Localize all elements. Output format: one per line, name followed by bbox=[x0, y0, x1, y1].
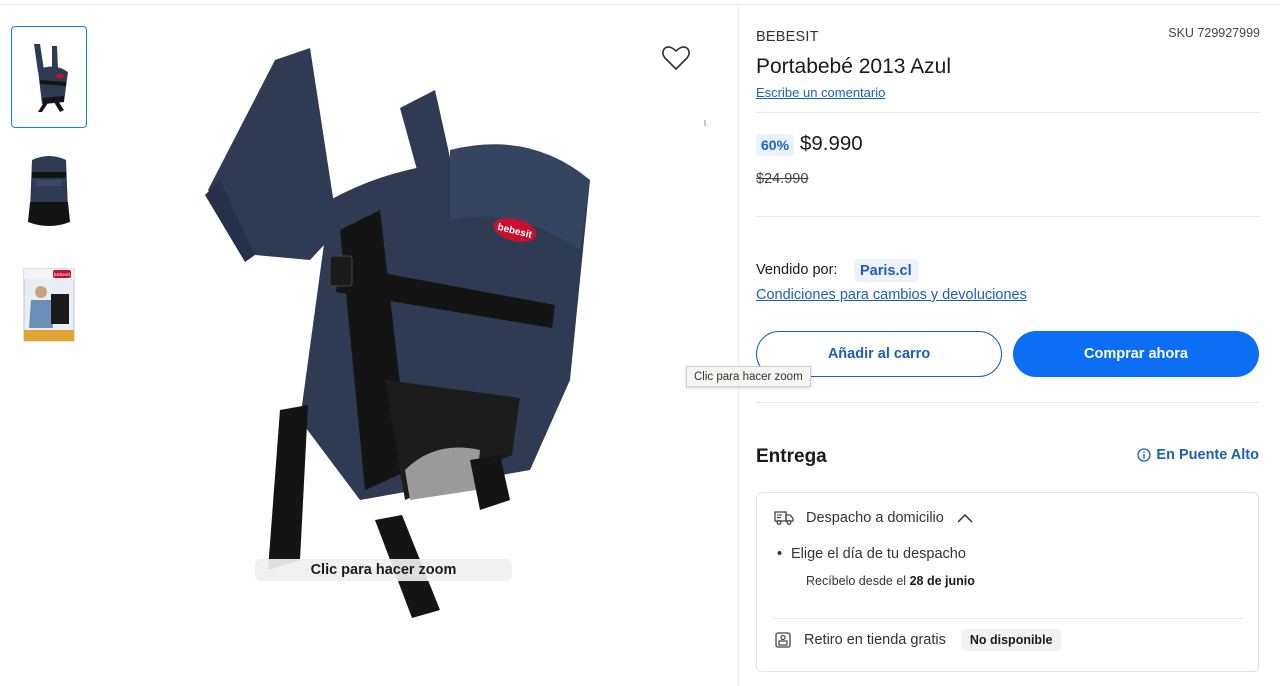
sku-label: SKU 729927999 bbox=[1168, 26, 1260, 40]
store-pickup-row: Retiro en tienda gratis No disponible bbox=[774, 629, 1061, 651]
receive-prefix: Recíbelo desde el bbox=[806, 574, 907, 588]
home-delivery-label: Despacho a domicilio bbox=[806, 510, 944, 526]
thumbnail-box-image: bebesit bbox=[23, 268, 75, 342]
home-delivery-toggle[interactable]: Despacho a domicilio bbox=[774, 510, 974, 526]
thumbnail-front[interactable] bbox=[11, 26, 87, 128]
baby-carrier-image: bebesit bbox=[205, 48, 590, 618]
delivery-location-label: En Puente Alto bbox=[1156, 447, 1259, 463]
thumbnail-back[interactable] bbox=[11, 140, 87, 242]
store-pickup-label: Retiro en tienda gratis bbox=[804, 632, 946, 648]
original-price: $24.990 bbox=[756, 171, 809, 187]
return-conditions-link[interactable]: Condiciones para cambios y devoluciones bbox=[756, 287, 1027, 303]
chevron-up-icon bbox=[957, 513, 973, 523]
write-review-link[interactable]: Escribe un comentario bbox=[756, 85, 885, 100]
main-product-image[interactable]: bebesit bbox=[150, 30, 710, 630]
divider bbox=[756, 216, 1259, 217]
thumbnail-back-image bbox=[28, 156, 70, 226]
info-icon bbox=[1137, 448, 1152, 462]
pickup-status-badge: No disponible bbox=[961, 629, 1061, 651]
delivery-options: Despacho a domicilio Elige el día de tu … bbox=[756, 492, 1259, 672]
zoom-hint[interactable]: Clic para hacer zoom bbox=[255, 559, 512, 581]
buy-now-button[interactable]: Comprar ahora bbox=[1013, 331, 1259, 377]
divider bbox=[756, 112, 1259, 113]
brand-name[interactable]: BEBESIT bbox=[756, 29, 819, 45]
wishlist-button[interactable] bbox=[660, 42, 692, 74]
sold-by-label: Vendido por: bbox=[756, 262, 838, 278]
zoom-tooltip: Clic para hacer zoom bbox=[686, 366, 811, 387]
delivery-location-link[interactable]: En Puente Alto bbox=[1137, 447, 1259, 463]
top-border bbox=[0, 4, 1280, 5]
store-icon bbox=[775, 632, 791, 648]
box-logo: bebesit bbox=[54, 272, 71, 278]
divider bbox=[774, 618, 1243, 619]
choose-delivery-day: Elige el día de tu despacho bbox=[777, 546, 966, 562]
product-title: Portabebé 2013 Azul bbox=[756, 55, 951, 78]
receive-date: 28 de junio bbox=[909, 574, 975, 588]
image-scroll-indicator bbox=[704, 120, 706, 126]
seller-link[interactable]: Paris.cl bbox=[854, 259, 918, 282]
thumbnail-front-image bbox=[34, 44, 68, 112]
heart-icon bbox=[662, 46, 690, 70]
delivery-heading: Entrega bbox=[756, 446, 827, 467]
receive-date-text: Recíbelo desde el 28 de junio bbox=[806, 574, 975, 588]
thumbnail-list: bebesit bbox=[11, 26, 89, 368]
current-price: $9.990 bbox=[800, 132, 863, 155]
discount-badge: 60% bbox=[756, 134, 795, 156]
column-divider bbox=[738, 5, 739, 686]
thumbnail-box[interactable]: bebesit bbox=[11, 254, 87, 356]
truck-icon bbox=[774, 511, 794, 525]
divider bbox=[756, 402, 1259, 403]
